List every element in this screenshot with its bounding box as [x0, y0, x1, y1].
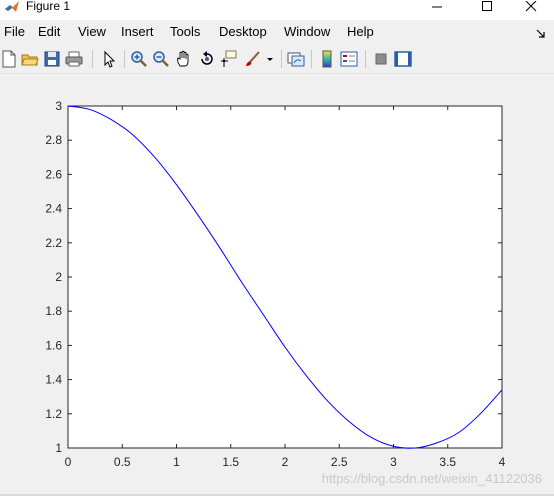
print-icon[interactable]	[65, 50, 83, 68]
show-plot-tools-icon[interactable]	[394, 50, 412, 68]
minimize-button[interactable]	[414, 0, 460, 14]
link-plot-icon[interactable]	[287, 50, 305, 68]
toolbar-separator	[92, 50, 93, 68]
menu-view[interactable]: View	[78, 24, 106, 40]
y-tick-label: 2	[55, 270, 62, 284]
open-file-icon[interactable]	[21, 50, 39, 68]
title-bar: Figure 1	[0, 0, 554, 20]
y-tick-label: 2.6	[45, 167, 62, 181]
maximize-button[interactable]	[464, 0, 510, 14]
y-tick-label: 1.4	[45, 373, 62, 387]
y-tick-label: 3	[55, 99, 62, 113]
save-icon[interactable]	[43, 50, 61, 68]
menu-insert[interactable]: Insert	[121, 24, 154, 40]
watermark: https://blog.csdn.net/weixin_41122036	[321, 471, 542, 486]
y-tick-label: 1	[55, 441, 62, 455]
toolbar-separator	[311, 50, 312, 68]
maximize-icon	[481, 1, 493, 13]
zoom-in-icon[interactable]	[130, 50, 148, 68]
colorbar-icon[interactable]	[318, 50, 336, 68]
x-tick-label: 0.5	[114, 455, 131, 469]
x-tick-label: 3	[390, 455, 397, 469]
close-icon	[525, 1, 537, 13]
pan-icon[interactable]	[175, 50, 193, 68]
plot-axes[interactable]: 0 0.5 1 1.5 2 2.5 3 3.5 4 1 1.2 1.4 1.6 1.8 2 2.2 2.4 2.6…	[0, 75, 554, 496]
y-tick-label: 2.8	[45, 133, 62, 147]
y-tick-label: 1.2	[45, 407, 62, 421]
close-button[interactable]	[508, 0, 554, 14]
hide-plot-tools-icon[interactable]	[372, 50, 390, 68]
axes-box	[67, 105, 503, 449]
toolbar-separator	[365, 50, 366, 68]
y-tick-label: 1.6	[45, 338, 62, 352]
x-tick-label: 1.5	[222, 455, 239, 469]
menu-help[interactable]: Help	[347, 24, 374, 40]
menu-desktop[interactable]: Desktop	[219, 24, 267, 40]
zoom-out-icon[interactable]	[152, 50, 170, 68]
figure-toolbar	[0, 44, 554, 74]
data-cursor-icon[interactable]	[220, 50, 238, 68]
menu-edit[interactable]: Edit	[38, 24, 60, 40]
dock-arrow-icon[interactable]	[536, 27, 546, 42]
y-tick-label: 2.2	[45, 236, 62, 250]
window-title: Figure 1	[26, 0, 71, 13]
menu-bar: File Edit View Insert Tools Desktop Wind…	[0, 20, 554, 44]
x-tick-label: 4	[499, 455, 506, 469]
minimize-icon	[431, 2, 443, 12]
toolbar-separator	[281, 50, 282, 68]
new-figure-icon[interactable]	[0, 50, 18, 68]
legend-icon[interactable]	[340, 50, 358, 68]
menu-window[interactable]: Window	[284, 24, 330, 40]
pointer-icon[interactable]	[100, 50, 118, 68]
figure-canvas: 0 0.5 1 1.5 2 2.5 3 3.5 4 1 1.2 1.4 1.6 1.8 2 2.2 2.4 2.6…	[0, 75, 554, 496]
y-tick-label: 1.8	[45, 304, 62, 318]
x-tick-label: 3.5	[439, 455, 456, 469]
x-tick-label: 1	[173, 455, 180, 469]
brush-dropdown-icon[interactable]	[265, 50, 275, 68]
rotate-3d-icon[interactable]	[198, 50, 216, 68]
menu-tools[interactable]: Tools	[170, 24, 200, 40]
x-tick-label: 2.5	[331, 455, 348, 469]
menu-file[interactable]: File	[4, 24, 25, 40]
toolbar-separator	[124, 50, 125, 68]
brush-icon[interactable]	[244, 50, 262, 68]
matlab-icon	[4, 0, 20, 14]
y-tick-label: 2.4	[45, 202, 62, 216]
x-tick-label: 0	[65, 455, 72, 469]
x-tick-label: 2	[282, 455, 289, 469]
